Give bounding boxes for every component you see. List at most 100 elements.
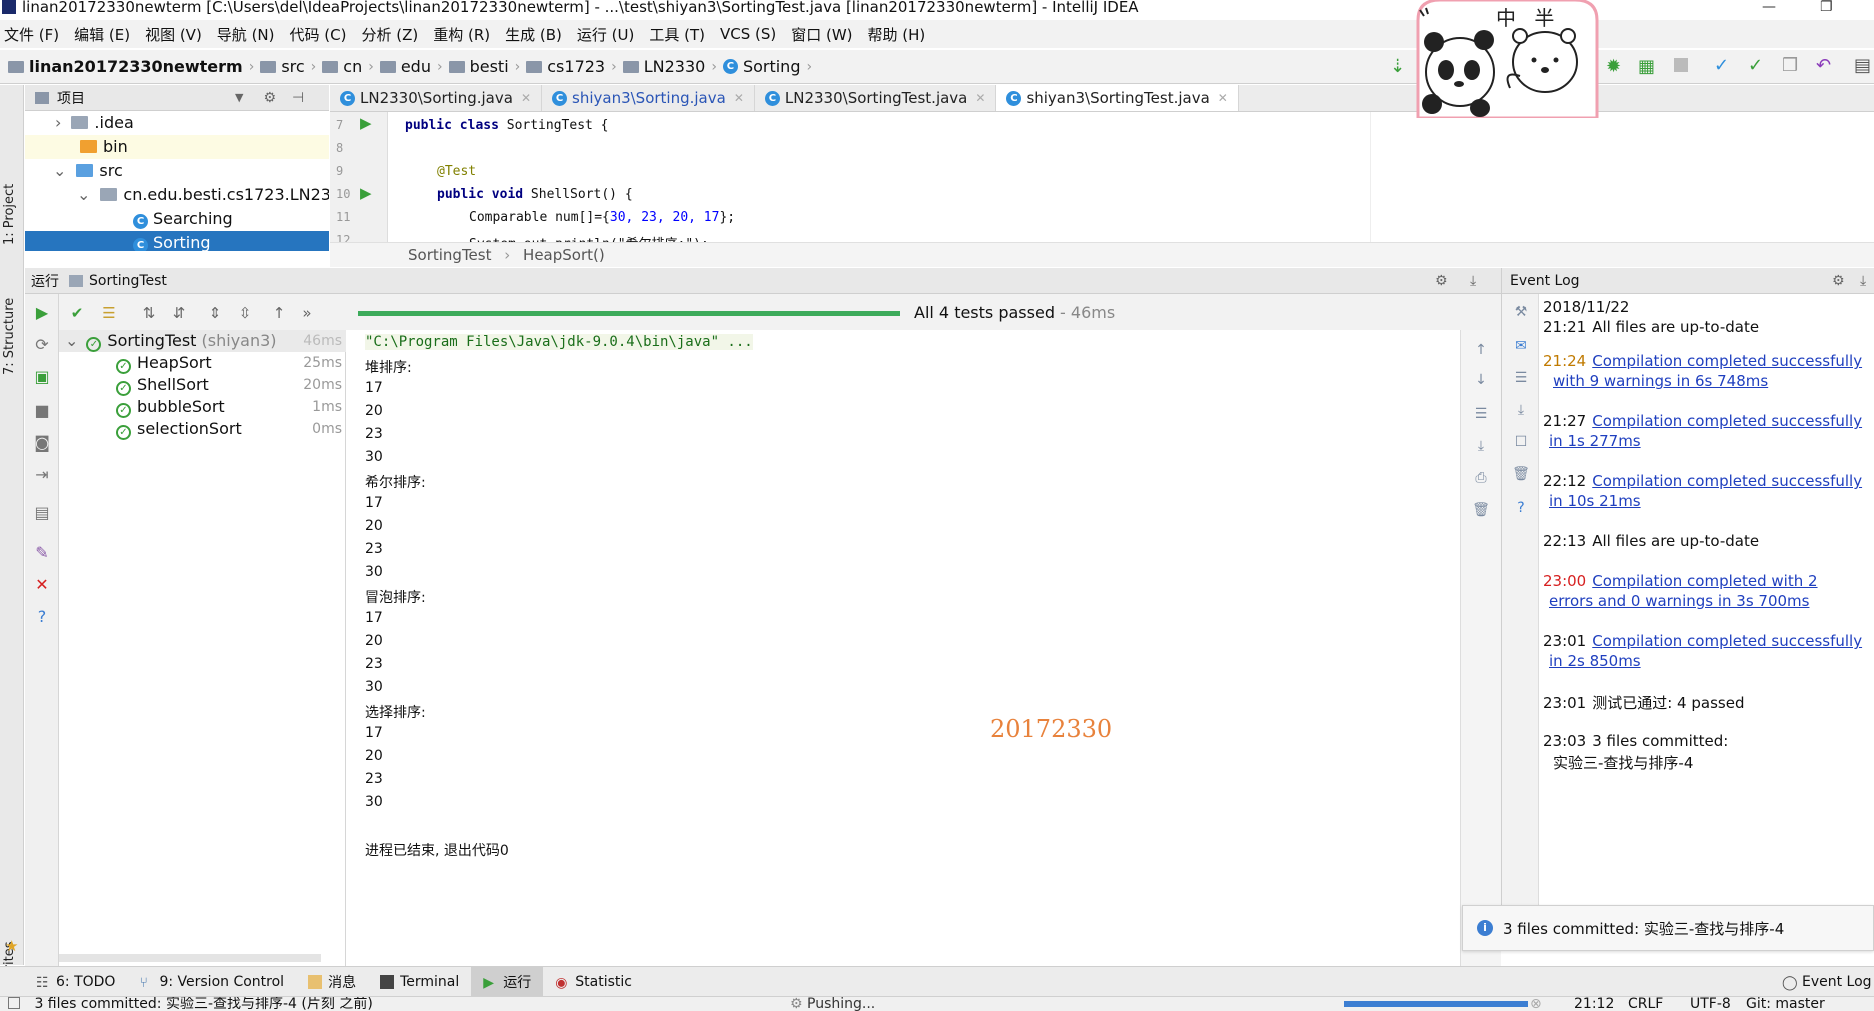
- menu-analyze[interactable]: 分析 (Z): [361, 24, 418, 45]
- terminal-tool-button[interactable]: Terminal: [368, 967, 471, 997]
- menu-file[interactable]: 文件 (F): [4, 24, 59, 45]
- tab-shiyan3-sortingtest[interactable]: Cshiyan3\SortingTest.java ✕: [996, 85, 1239, 111]
- test-heapsort[interactable]: ✓ HeapSort 25ms: [116, 352, 346, 374]
- hide-panel-icon[interactable]: ⤓: [1470, 273, 1476, 289]
- run-config-name[interactable]: SortingTest: [89, 273, 167, 289]
- breadcrumb-sorting[interactable]: C Sorting ›: [722, 57, 812, 76]
- more-icon[interactable]: »: [297, 303, 317, 323]
- collapse-all-icon[interactable]: ⇳: [235, 303, 255, 323]
- arrow-up-icon[interactable]: ↑: [1471, 342, 1491, 360]
- settings-wrench-icon[interactable]: ⚒: [1511, 304, 1531, 322]
- mark-read-icon[interactable]: ☐: [1511, 434, 1531, 452]
- vcs-commit-icon[interactable]: ✓: [1748, 55, 1763, 76]
- run-tool-button[interactable]: ▶ 运行: [471, 966, 544, 997]
- menu-window[interactable]: 窗口 (W): [791, 24, 852, 45]
- event-log-tool-button[interactable]: ◯ Event Log: [1770, 967, 1874, 997]
- chevron-down-icon[interactable]: ▼: [235, 91, 243, 104]
- toggle-autotest-icon[interactable]: ▣: [33, 368, 51, 386]
- close-icon[interactable]: ✕: [734, 91, 744, 105]
- close-icon[interactable]: ✕: [975, 91, 985, 105]
- horizontal-scrollbar[interactable]: [59, 954, 321, 962]
- rerun-icon[interactable]: ▶: [33, 304, 51, 322]
- test-selectionsort[interactable]: ✓ selectionSort 0ms: [116, 418, 346, 440]
- vcs-compare-icon[interactable]: ❒: [1782, 55, 1798, 76]
- tree-item-idea[interactable]: › .idea: [25, 111, 329, 135]
- show-passed-icon[interactable]: ✔: [67, 303, 87, 323]
- menu-code[interactable]: 代码 (C): [290, 24, 347, 45]
- breadcrumb-src[interactable]: src ›: [260, 57, 316, 76]
- menu-edit[interactable]: 编辑 (E): [74, 24, 130, 45]
- tree-item-searching[interactable]: C Searching: [25, 207, 329, 231]
- gear-icon[interactable]: ⚙: [1832, 273, 1845, 289]
- todo-tool-button[interactable]: ☷ 6: TODO: [24, 967, 127, 997]
- version-control-tool-button[interactable]: ⑂ 9: Version Control: [127, 967, 296, 997]
- message-icon[interactable]: ✉: [1511, 338, 1531, 356]
- test-shellsort[interactable]: ✓ ShellSort 20ms: [116, 374, 346, 396]
- arrow-down-icon[interactable]: ↓: [1471, 372, 1491, 390]
- chevron-down-icon[interactable]: ⌄: [77, 185, 90, 204]
- project-tool-tab[interactable]: 1: Project: [2, 184, 17, 245]
- caret-position[interactable]: 21:12: [1574, 997, 1614, 1011]
- tab-shiyan3-sorting[interactable]: Cshiyan3\Sorting.java ✕: [542, 85, 755, 111]
- menu-view[interactable]: 视图 (V): [145, 24, 202, 45]
- tree-item-bin[interactable]: bin: [25, 135, 329, 159]
- breadcrumb-edu[interactable]: edu ›: [379, 57, 443, 76]
- tree-item-src[interactable]: ⌄ src: [25, 159, 329, 183]
- coverage-icon[interactable]: ▦: [1638, 56, 1655, 77]
- sort-alpha-icon[interactable]: ⇅: [139, 303, 159, 323]
- test-root[interactable]: ⌄ ✓ SortingTest (shiyan3) 46ms: [59, 330, 346, 352]
- run-test-gutter-icon[interactable]: ▶: [360, 184, 372, 202]
- chevron-down-icon[interactable]: ⌄: [53, 161, 66, 180]
- camera-icon[interactable]: ◙: [33, 434, 51, 452]
- toggle-tool-windows-icon[interactable]: [8, 997, 20, 1009]
- git-branch[interactable]: Git: master: [1746, 997, 1825, 1011]
- close-icon[interactable]: ✕: [33, 576, 51, 594]
- stop-icon[interactable]: ■: [33, 402, 51, 420]
- soft-wrap-icon[interactable]: ☰: [1511, 370, 1531, 388]
- chevron-right-icon[interactable]: ›: [55, 113, 61, 132]
- sort-duration-icon[interactable]: ⇵: [169, 303, 189, 323]
- update-project-icon[interactable]: ⇣: [1390, 56, 1405, 77]
- menu-help[interactable]: 帮助 (H): [868, 24, 926, 45]
- project-panel-title[interactable]: 项目: [57, 88, 85, 108]
- crumb-method[interactable]: HeapSort(): [523, 246, 605, 264]
- collapse-panel-icon[interactable]: ⊣: [292, 90, 304, 106]
- tree-item-package[interactable]: ⌄ cn.edu.besti.cs1723.LN2330: [25, 183, 329, 207]
- import-tests-icon[interactable]: ⇥: [33, 466, 51, 484]
- menu-navigate[interactable]: 导航 (N): [217, 24, 275, 45]
- maximize-icon[interactable]: ❐: [1820, 0, 1833, 14]
- breadcrumb-cs1723[interactable]: cs1723 ›: [526, 57, 617, 76]
- vcs-revert-icon[interactable]: ↶: [1816, 55, 1831, 76]
- gear-icon[interactable]: ⚙: [1435, 273, 1448, 289]
- log-link[interactable]: in 1s 277ms: [1549, 432, 1641, 450]
- rerun-failed-icon[interactable]: ⟳: [33, 336, 51, 354]
- log-link[interactable]: Compilation completed successfully: [1592, 632, 1862, 650]
- run-test-gutter-icon[interactable]: ▶: [360, 114, 372, 132]
- log-link[interactable]: in 10s 21ms: [1549, 492, 1641, 510]
- trash-icon[interactable]: 🗑: [1511, 466, 1531, 484]
- breadcrumb-besti[interactable]: besti ›: [448, 57, 520, 76]
- trash-icon[interactable]: 🗑: [1471, 502, 1491, 520]
- code-editor[interactable]: public class SortingTest { @Test public …: [390, 112, 1370, 242]
- tree-item-sorting[interactable]: C Sorting: [25, 231, 329, 251]
- gear-icon[interactable]: ⚙: [263, 90, 276, 106]
- debug-icon[interactable]: ✹: [1606, 56, 1621, 77]
- log-link[interactable]: Compilation completed successfully: [1592, 352, 1862, 370]
- file-encoding[interactable]: UTF-8: [1690, 997, 1731, 1011]
- project-structure-icon[interactable]: ▤: [1854, 55, 1871, 76]
- close-icon[interactable]: ✕: [521, 91, 531, 105]
- cancel-task-icon[interactable]: ⊗: [1530, 997, 1542, 1011]
- status-task[interactable]: ⚙ Pushing...: [790, 997, 875, 1011]
- menu-run[interactable]: 运行 (U): [577, 24, 634, 45]
- console-output[interactable]: "C:\Program Files\Java\jdk-9.0.4\bin\jav…: [347, 330, 1460, 966]
- log-link[interactable]: Compilation completed successfully: [1592, 472, 1862, 490]
- log-link[interactable]: with 9 warnings in 6s 748ms: [1553, 372, 1768, 390]
- log-link[interactable]: in 2s 850ms: [1549, 652, 1641, 670]
- scroll-to-end-icon[interactable]: ⤓: [1511, 402, 1531, 420]
- expand-all-icon[interactable]: ⇕: [205, 303, 225, 323]
- tab-ln2330-sortingtest[interactable]: C LN2330\SortingTest.java ✕: [755, 85, 997, 111]
- tab-ln2330-sorting[interactable]: C LN2330\Sorting.java ✕: [330, 85, 543, 111]
- log-link[interactable]: Compilation completed successfully: [1592, 412, 1862, 430]
- menu-vcs[interactable]: VCS (S): [720, 25, 776, 43]
- notification-balloon[interactable]: i 3 files committed: 实验三-查找与排序-4: [1462, 905, 1874, 951]
